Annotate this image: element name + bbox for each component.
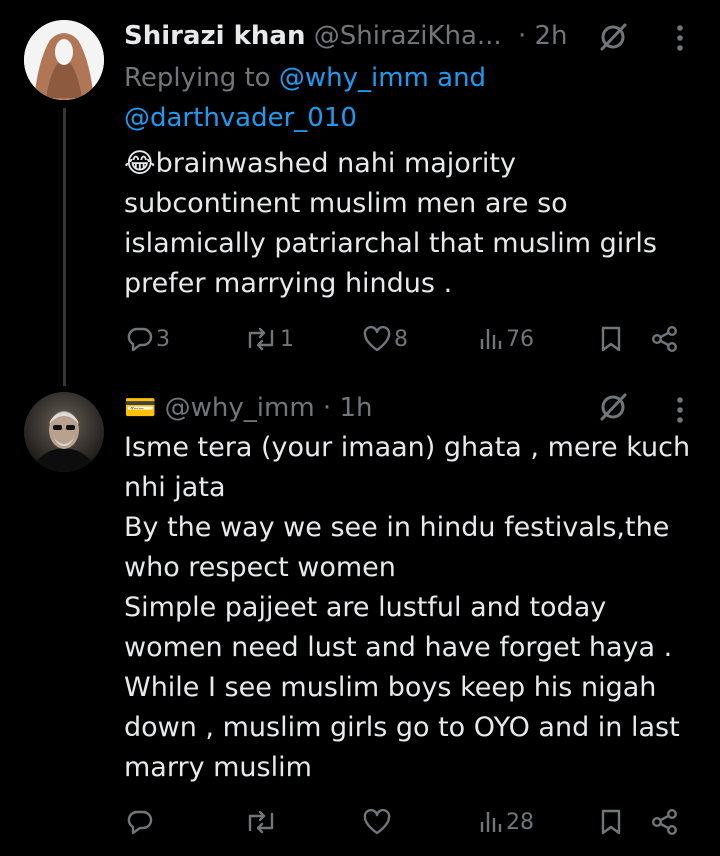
avatar-shirazi-khan[interactable] — [24, 20, 104, 100]
reply-bubble-icon — [127, 327, 153, 352]
tweet2-handle[interactable]: @why_imm — [165, 393, 315, 423]
bookmark-icon — [601, 809, 621, 835]
share-icon — [652, 326, 678, 353]
credit-card-emoji: 💳 — [124, 393, 157, 423]
reply-count: 3 — [156, 326, 170, 352]
tweet1-handle[interactable]: @ShiraziKha... — [314, 21, 502, 51]
tweet1-display-name[interactable]: Shirazi khan — [124, 21, 305, 51]
reply-button[interactable] — [126, 806, 156, 838]
views-count: 76 — [506, 326, 534, 352]
like-button[interactable] — [362, 806, 394, 838]
bookmark-button[interactable] — [598, 806, 624, 838]
views-button[interactable]: 28 — [478, 806, 534, 838]
tweet2-line-9: marry muslim — [124, 752, 312, 783]
like-count: 8 — [394, 326, 408, 352]
repost-button[interactable]: 1 — [244, 323, 294, 355]
repost-count: 1 — [280, 326, 294, 352]
repost-button[interactable] — [244, 806, 280, 838]
heart-icon — [363, 325, 391, 352]
more-vertical-icon[interactable] — [668, 22, 692, 54]
replying-to-handle-1[interactable]: @why_imm and — [279, 63, 486, 93]
reply-bubble-icon — [127, 810, 153, 835]
repost-arrows-icon — [248, 327, 274, 351]
tweet2-line-6: women need lust and have forget haya . — [124, 632, 673, 663]
tweet2-line-1: Isme tera (your imaan) ghata , mere kuch — [124, 432, 691, 463]
views-button[interactable]: 76 — [478, 323, 534, 355]
views-bars-icon — [480, 812, 502, 832]
tweet1-line-4: prefer marrying hindus . — [124, 268, 453, 299]
share-icon — [652, 809, 678, 836]
tweet1-line-1: 😂brainwashed nahi majority — [124, 148, 516, 179]
tweet1-line-2: subcontinent muslim men are so — [124, 188, 568, 219]
views-count: 28 — [506, 809, 534, 835]
tweet1-line-3: islamically patriarchal that muslim girl… — [124, 228, 657, 259]
share-button[interactable] — [650, 806, 680, 838]
heart-icon — [363, 808, 391, 835]
views-bars-icon — [480, 329, 502, 349]
laughing-emoji: 😂 — [124, 148, 156, 179]
avatar-why-imm[interactable] — [24, 392, 104, 472]
tweet2-line-3: By the way we see in hindu festivals,the — [124, 512, 670, 543]
tweet2-line-2: nhi jata — [124, 472, 226, 503]
grok-slash-icon[interactable] — [596, 22, 630, 52]
more-vertical-icon[interactable] — [668, 394, 692, 426]
tweet2-line-4: who respect women — [124, 552, 396, 583]
tweet2-line-8: down , muslim girls go to OYO and in las… — [124, 712, 680, 743]
like-button[interactable]: 8 — [362, 323, 408, 355]
tweet2-header: 💳 @why_imm · 1h — [124, 392, 372, 424]
replying-to-handle-2[interactable]: @darthvader_010 — [124, 102, 357, 134]
tweet1-header: Shirazi khan @ShiraziKha... · 2h — [124, 20, 568, 52]
repost-arrows-icon — [248, 810, 274, 834]
bookmark-icon — [601, 326, 621, 352]
tweet2-time[interactable]: · 1h — [323, 393, 373, 423]
tweet2-line-5: Simple pajjeet are lustful and today — [124, 592, 607, 623]
share-button[interactable] — [650, 323, 680, 355]
tweet1-time[interactable]: · 2h — [518, 21, 568, 51]
replying-to-label: Replying to — [124, 63, 271, 93]
reply-button[interactable]: 3 — [126, 323, 170, 355]
grok-slash-icon[interactable] — [596, 392, 630, 422]
thread-connector-line — [63, 108, 66, 386]
bookmark-button[interactable] — [598, 323, 624, 355]
replying-to-line1: Replying to @why_imm and — [124, 62, 486, 94]
tweet2-line-7: While I see muslim boys keep his nigah — [124, 672, 657, 703]
